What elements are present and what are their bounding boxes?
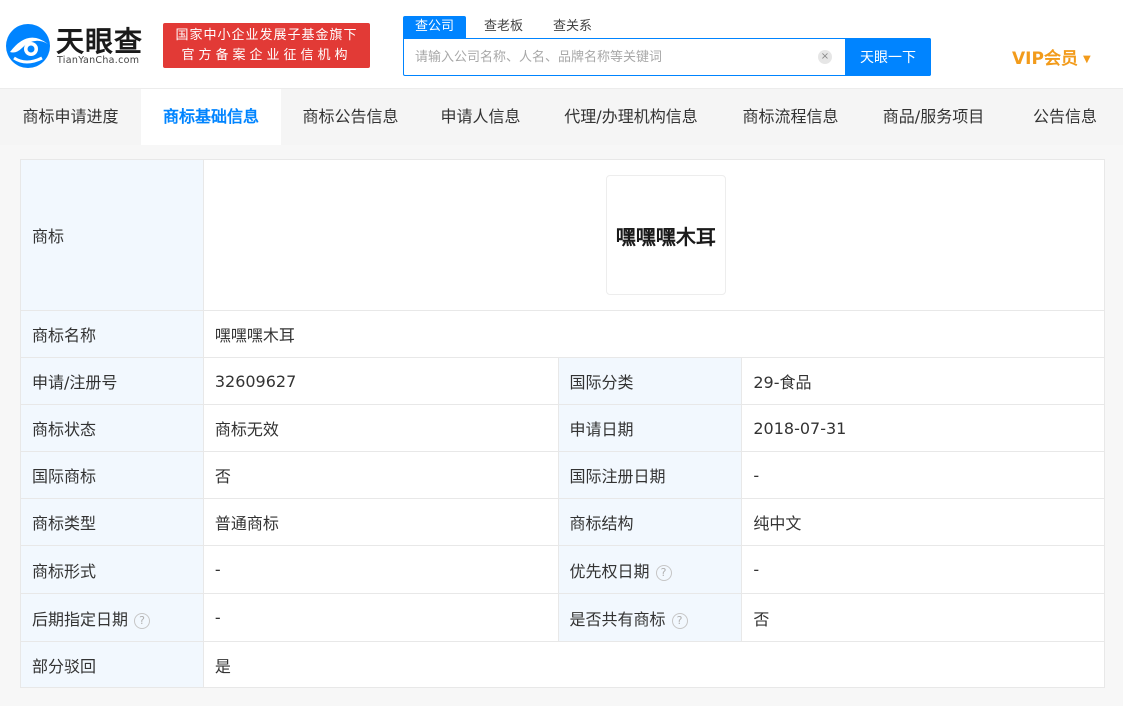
vip-member-menu[interactable]: VIP会员 ▼: [1012, 44, 1091, 69]
table-row: 商标 嘿嘿嘿木耳: [20, 159, 1106, 311]
clear-icon[interactable]: ×: [818, 50, 832, 64]
search-button[interactable]: 天眼一下: [845, 38, 931, 76]
trademark-logo-cell: 嘿嘿嘿木耳: [202, 159, 1106, 311]
logo-domain: TianYanCha.com: [57, 55, 140, 66]
search-box: × 天眼一下: [403, 38, 931, 76]
field-value: 是: [202, 641, 1106, 688]
table-row: 申请/注册号 32609627 国际分类 29-食品: [20, 357, 1105, 405]
field-value: 2018-07-31: [741, 404, 1105, 452]
tab-process-info[interactable]: 商标流程信息: [721, 89, 860, 146]
tab-notice-info[interactable]: 公告信息: [1007, 89, 1123, 146]
search-tab-boss[interactable]: 查老板: [472, 16, 535, 38]
tab-announcement-info[interactable]: 商标公告信息: [281, 89, 420, 146]
search-tab-company[interactable]: 查公司: [403, 16, 467, 38]
field-label: 商标类型: [20, 498, 204, 546]
table-row: 商标形式 - 优先权日期? -: [20, 545, 1105, 594]
field-label: 商标名称: [20, 310, 204, 358]
field-value: 否: [202, 451, 559, 499]
search-area: 查公司 查老板 查关系 × 天眼一下: [403, 16, 931, 76]
table-row: 商标类型 普通商标 商标结构 纯中文: [20, 498, 1105, 546]
field-value: 29-食品: [741, 357, 1105, 405]
help-icon[interactable]: ?: [655, 564, 672, 581]
field-value: -: [202, 545, 559, 594]
field-value: 32609627: [202, 357, 559, 405]
field-label: 后期指定日期: [32, 609, 129, 629]
field-label: 商标结构: [557, 498, 743, 546]
table-row: 国际商标 否 国际注册日期 -: [20, 451, 1105, 499]
field-label: 国际注册日期: [557, 451, 743, 499]
content-area: 商标 嘿嘿嘿木耳 商标名称 嘿嘿嘿木耳 申请/注册号 32609627 国际分类…: [0, 145, 1123, 706]
search-type-tabs: 查公司 查老板 查关系: [403, 16, 610, 38]
caret-down-icon: ▼: [1082, 54, 1091, 65]
vip-label: VIP会员: [1012, 49, 1078, 69]
field-label: 部分驳回: [20, 641, 204, 688]
field-value: 普通商标: [202, 498, 559, 546]
help-icon[interactable]: ?: [134, 612, 151, 629]
field-value: -: [741, 545, 1105, 594]
field-label: 国际分类: [557, 357, 743, 405]
tab-application-progress[interactable]: 商标申请进度: [0, 89, 141, 146]
field-value: 纯中文: [741, 498, 1105, 546]
tab-applicant-info[interactable]: 申请人信息: [420, 89, 541, 146]
table-row: 部分驳回 是: [20, 641, 1106, 688]
search-tab-relation[interactable]: 查关系: [541, 16, 604, 38]
badge-line-1: 国家中小企业发展子基金旗下: [175, 28, 358, 43]
field-label-with-help: 是否共有商标?: [557, 593, 743, 642]
table-row: 商标名称 嘿嘿嘿木耳: [20, 310, 1106, 358]
tab-goods-services[interactable]: 商品/服务项目: [860, 89, 1007, 146]
search-input[interactable]: [405, 40, 845, 74]
badge-line-2: 官方备案企业征信机构: [181, 48, 352, 63]
tab-agency-info[interactable]: 代理/办理机构信息: [541, 89, 721, 146]
tab-basic-info[interactable]: 商标基础信息: [141, 89, 281, 146]
trademark-info-table: 商标 嘿嘿嘿木耳 商标名称 嘿嘿嘿木耳 申请/注册号 32609627 国际分类…: [20, 159, 1106, 688]
field-label: 是否共有商标: [569, 609, 666, 629]
field-value: 嘿嘿嘿木耳: [202, 310, 1106, 358]
trademark-logo-label: 商标: [20, 159, 204, 311]
trademark-image-text: 嘿嘿嘿木耳: [615, 224, 716, 249]
field-label: 申请/注册号: [20, 357, 204, 405]
field-label-with-help: 优先权日期?: [557, 545, 743, 594]
field-label-with-help: 后期指定日期?: [20, 593, 204, 642]
help-icon[interactable]: ?: [671, 612, 688, 629]
official-badge[interactable]: 国家中小企业发展子基金旗下 官方备案企业征信机构: [163, 23, 370, 68]
eye-logo-icon: [6, 24, 50, 68]
field-label: 申请日期: [557, 404, 743, 452]
field-value: 否: [741, 593, 1105, 642]
field-label: 商标状态: [20, 404, 204, 452]
table-row: 后期指定日期? - 是否共有商标? 否: [20, 593, 1105, 642]
table-row: 商标状态 商标无效 申请日期 2018-07-31: [20, 404, 1105, 452]
field-value: -: [741, 451, 1105, 499]
field-value: -: [202, 593, 559, 642]
trademark-tabbar: 商标申请进度 商标基础信息 商标公告信息 申请人信息 代理/办理机构信息 商标流…: [0, 88, 1123, 146]
logo-title: 天眼查: [56, 25, 144, 58]
field-label: 优先权日期: [569, 561, 650, 581]
site-logo[interactable]: 天眼查 TianYanCha.com: [4, 18, 154, 70]
field-value: 商标无效: [202, 404, 559, 452]
trademark-image[interactable]: 嘿嘿嘿木耳: [605, 175, 726, 295]
field-label: 国际商标: [20, 451, 204, 499]
top-header: 天眼查 TianYanCha.com 国家中小企业发展子基金旗下 官方备案企业征…: [0, 0, 1123, 88]
field-label: 商标形式: [20, 545, 204, 594]
